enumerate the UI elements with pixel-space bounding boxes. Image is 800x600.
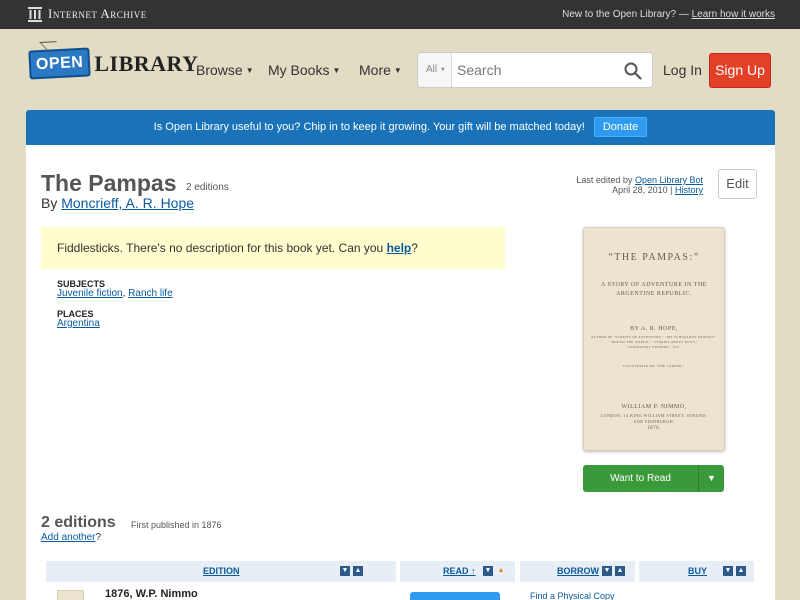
subject-link[interactable]: Juvenile fiction [57, 288, 123, 299]
caret-down-icon: ▼ [393, 66, 402, 75]
sort-down-icon[interactable]: ▼ [723, 566, 733, 576]
login-link[interactable]: Log In [663, 62, 702, 78]
book-cover[interactable]: “THE PAMPAS:” A STORY OF ADVENTURE IN TH… [583, 227, 725, 451]
nav-more[interactable]: More ▼ [359, 62, 402, 78]
cover-subtitle: ARGENTINE REPUBLIC. [616, 291, 692, 297]
byline: By Moncrieff, A. R. Hope [41, 195, 195, 211]
archive-building-icon [28, 6, 42, 22]
column-buy[interactable]: BUY ▼ ▲ [639, 561, 754, 582]
logo-word: LIBRARY [94, 50, 199, 76]
cover-title: “THE PAMPAS:” [608, 252, 700, 263]
book-title: The Pampas [41, 170, 177, 196]
subject-link[interactable]: Ranch life [128, 288, 172, 299]
sort-down-icon[interactable]: ▼ [483, 566, 493, 576]
internet-archive-text: Internet Archive [48, 6, 147, 21]
search-scope-select[interactable]: All ▼ [418, 53, 452, 87]
place-link[interactable]: Argentina [57, 318, 100, 329]
donation-banner: Is Open Library useful to you? Chip in t… [26, 110, 775, 145]
sort-up-icon[interactable]: ▲ [353, 566, 363, 576]
help-link[interactable]: help [387, 241, 412, 255]
find-physical-copy-link[interactable]: Find a Physical Copy [530, 591, 615, 600]
subjects-list: Juvenile fiction, Ranch life [57, 288, 173, 299]
caret-down-icon: ▼ [439, 67, 446, 73]
editions-heading: 2 editions [41, 514, 116, 531]
nav-browse[interactable]: Browse ▼ [196, 62, 254, 78]
read-button[interactable] [410, 592, 500, 600]
sort-up-active-icon[interactable]: ▲ [496, 566, 506, 576]
add-another-link[interactable]: Add another [41, 532, 96, 543]
sort-down-icon[interactable]: ▼ [340, 566, 350, 576]
last-edited-info: Last edited by Open Library Bot April 28… [576, 175, 703, 195]
column-borrow[interactable]: BORROW ▼ ▲ [520, 561, 635, 582]
edition-count: 2 editions [186, 182, 229, 193]
caret-down-icon: ▼ [245, 66, 254, 75]
last-edited-by-link[interactable]: Open Library Bot [635, 175, 703, 185]
edition-cover-thumbnail[interactable] [57, 590, 84, 600]
no-description-notice: Fiddlesticks. There's no description for… [41, 227, 505, 269]
internet-archive-bar: Internet Archive New to the Open Library… [0, 0, 800, 29]
cover-publisher: WILLIAM P. NIMMO, [621, 404, 687, 410]
column-edition[interactable]: EDITION ▼ ▲ [46, 561, 396, 582]
site-header: OPEN LIBRARY Browse ▼ My Books ▼ More ▼ All… [0, 29, 800, 109]
caret-down-icon: ▼ [707, 473, 716, 483]
internet-archive-logo[interactable]: Internet Archive [28, 6, 147, 22]
signup-button[interactable]: Sign Up [709, 53, 771, 88]
sort-down-icon[interactable]: ▼ [602, 566, 612, 576]
donate-button[interactable]: Donate [593, 117, 648, 137]
places-list: Argentina [57, 318, 100, 329]
history-link[interactable]: History [675, 185, 703, 195]
edit-button[interactable]: Edit [718, 169, 757, 199]
column-read[interactable]: READ ↑ ▼ ▲ [400, 561, 515, 582]
cover-illustrated: ILLUSTRATED BY "THE CORNER." [623, 364, 685, 368]
cover-author-note: AUTHOR OF "STORIES OF ADVENTURE," "MY SC… [590, 335, 718, 339]
cover-author-note: "ROUND THE WORLD," "STORIES ABOUT BOYS," [610, 340, 698, 344]
first-published: First published in 1876 [131, 520, 222, 530]
cover-author-note: "SCHOOLBOY FRIENDS," ETC. [626, 345, 682, 349]
edition-title[interactable]: 1876, W.P. Nimmo [105, 588, 198, 600]
cover-author: BY A. R. HOPE, [630, 326, 678, 332]
reading-list-dropdown[interactable]: ▼ [698, 465, 724, 492]
new-to-library-note: New to the Open Library? — Learn how it … [562, 9, 775, 20]
logo-sign: OPEN [28, 47, 92, 80]
cover-subtitle: A STORY OF ADVENTURE IN THE [601, 282, 707, 288]
search-bar: All ▼ [417, 52, 653, 88]
open-library-logo[interactable]: OPEN LIBRARY [28, 47, 199, 80]
sort-up-icon[interactable]: ▲ [615, 566, 625, 576]
cover-year: 1876. [647, 426, 661, 431]
sort-up-icon[interactable]: ▲ [736, 566, 746, 576]
author-link[interactable]: Moncrieff, A. R. Hope [61, 195, 194, 211]
search-input[interactable] [453, 53, 613, 87]
cover-address: AND EDINBURGH. [633, 419, 675, 424]
add-edition: Add another? [41, 532, 102, 543]
nav-my-books[interactable]: My Books ▼ [268, 62, 340, 78]
want-to-read-button: Want to Read ▼ [583, 465, 724, 492]
caret-down-icon: ▼ [332, 66, 341, 75]
donation-text: Is Open Library useful to you? Chip in t… [153, 121, 585, 133]
search-icon[interactable] [624, 62, 642, 80]
learn-how-it-works-link[interactable]: Learn how it works [692, 9, 775, 20]
want-to-read-label[interactable]: Want to Read [583, 465, 698, 492]
